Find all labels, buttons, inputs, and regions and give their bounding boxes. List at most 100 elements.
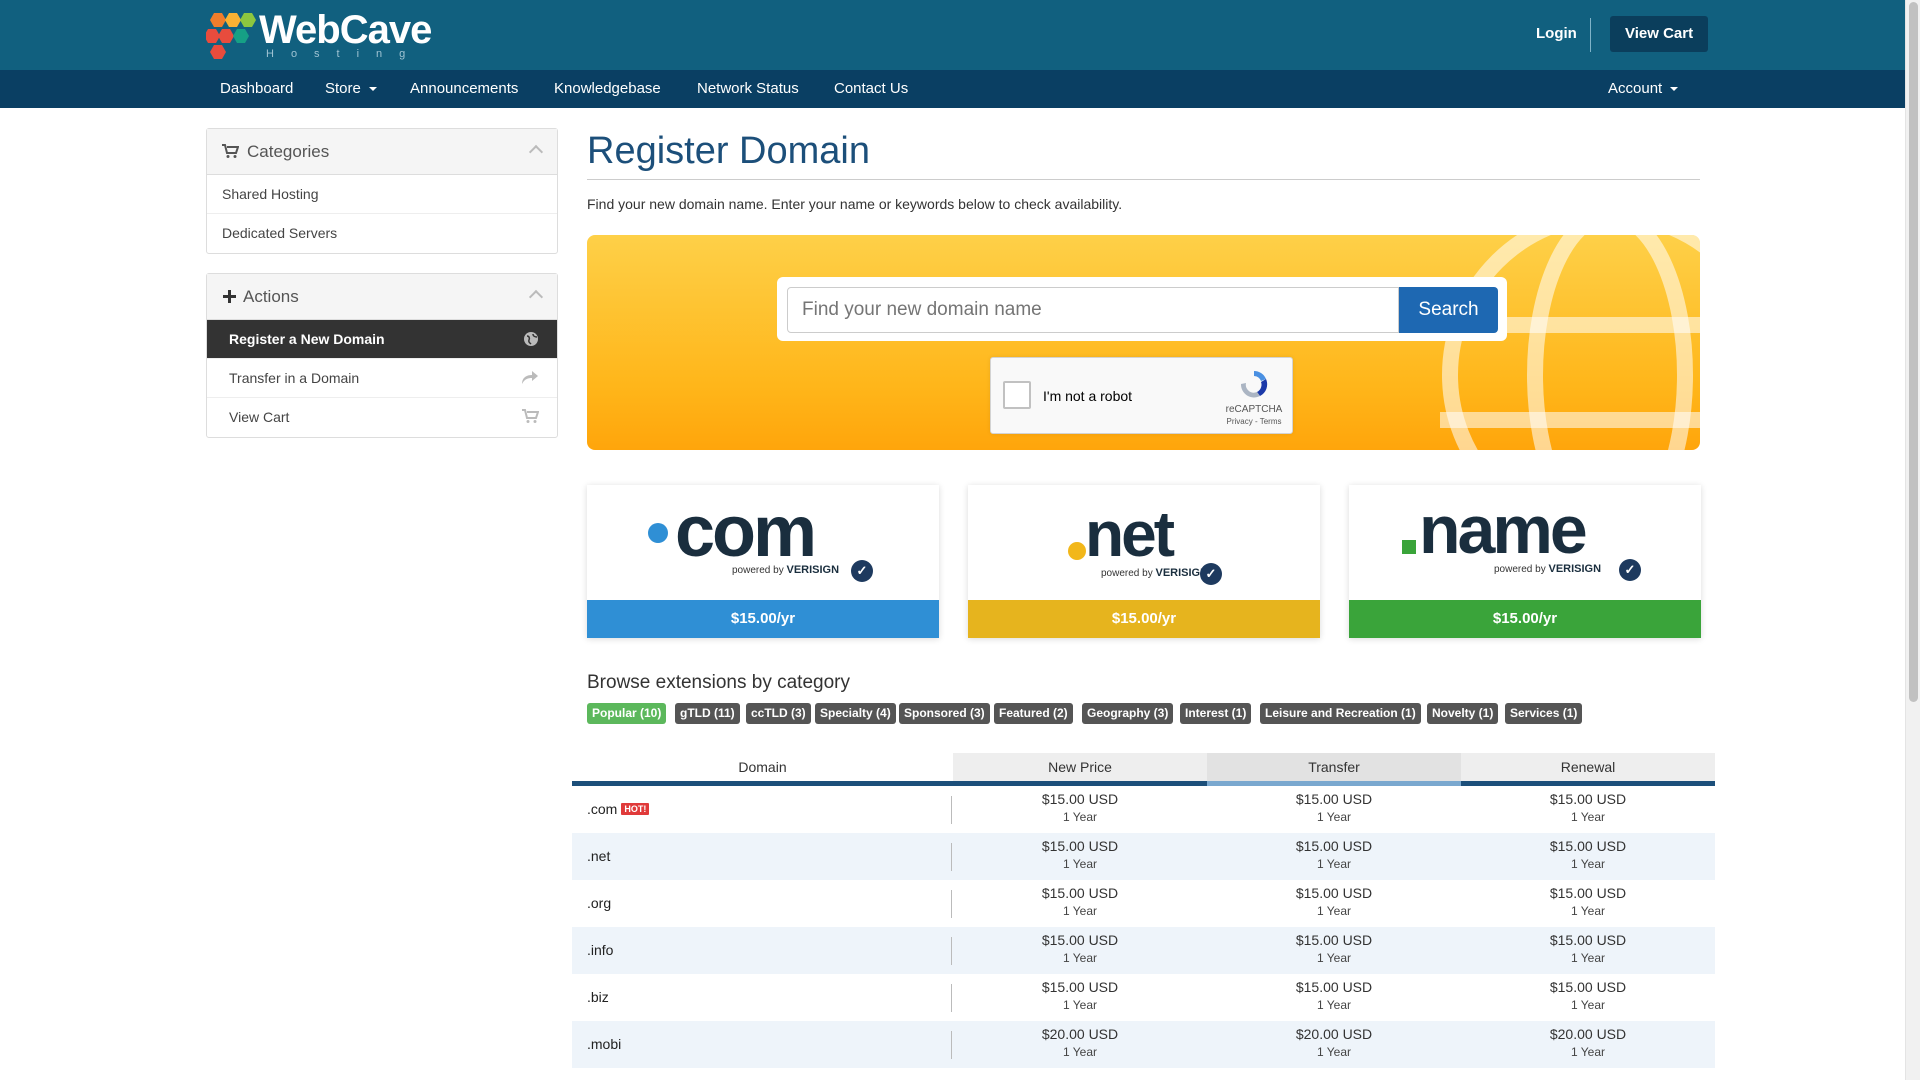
price-period: 1 Year [1570,857,1606,871]
price-value: $15.00 USD [1295,885,1373,901]
table-row[interactable]: .info $15.00 USD 1 Year $15.00 USD 1 Year $15… [572,927,1715,974]
tld-price: $15.00/yr [1349,600,1701,638]
nav-dashboard[interactable]: Dashboard [220,70,293,108]
hot-badge: HOT! [621,803,650,815]
nav-knowledgebase[interactable]: Knowledgebase [554,70,661,108]
nav-contact-us[interactable]: Contact Us [834,70,908,108]
column-header-domain[interactable]: Domain [572,753,953,781]
tld-dot [1402,540,1416,554]
nav-label: Knowledgebase [554,80,661,97]
price-value: $15.00 USD [1295,932,1373,948]
categories-panel-header[interactable]: Categories [207,129,557,175]
domain-search-input[interactable] [787,287,1399,333]
caret-down-icon [368,87,377,92]
price-period: 1 Year [1316,998,1352,1012]
recaptcha-brand: reCAPTCHA [1225,404,1283,415]
table-row[interactable]: .mobi $20.00 USD 1 Year $20.00 USD 1 Year $20… [572,1021,1715,1068]
table-row[interactable]: .net $15.00 USD 1 Year $15.00 USD 1 Year $15.… [572,833,1715,880]
tld-card-name[interactable]: name powered by VERISIGN ✓ $15.00/yr [1349,485,1701,638]
price-value: $15.00 USD [1041,838,1119,854]
tld-price: $15.00/yr [968,600,1320,638]
category-pill-geography[interactable]: Geography (3) [1082,703,1174,724]
price-value: $15.00 USD [1549,885,1627,901]
tld-logo: net powered by VERISIGN ✓ [968,485,1320,600]
category-pill-leisure[interactable]: Leisure and Recreation (1) [1260,703,1421,724]
category-pill-novelty[interactable]: Novelty (1) [1427,703,1499,724]
table-row[interactable]: .org $15.00 USD 1 Year $15.00 USD 1 Year $15.… [572,880,1715,927]
chevron-up-icon[interactable] [528,144,544,160]
webcave-logo[interactable]: WebCave Hosting [206,8,432,60]
category-pill-popular[interactable]: Popular (10) [587,703,667,724]
sidebar-item-label: Register a New Domain [229,331,385,347]
category-pill-sponsored[interactable]: Sponsored (3) [899,703,990,724]
price-cell-transfer: $15.00 USD 1 Year [1207,979,1461,1012]
nav-account[interactable]: Account [1608,70,1679,108]
sidebar-item-shared-hosting[interactable]: Shared Hosting [207,175,557,214]
sidebar-item-register-domain[interactable]: Register a New Domain [207,320,557,359]
recaptcha-label: I'm not a robot [1043,388,1133,404]
category-pill-cctld[interactable]: ccTLD (3) [746,703,811,724]
sidebar-item-view-cart[interactable]: View Cart [207,398,557,437]
view-cart-button[interactable]: View Cart [1610,16,1709,52]
domain-name[interactable]: .net [587,848,610,864]
price-cell-renewal: $15.00 USD 1 Year [1461,979,1715,1012]
category-pill-interest[interactable]: Interest (1) [1180,703,1252,724]
category-pill-specialty[interactable]: Specialty (4) [815,703,896,724]
nav-announcements[interactable]: Announcements [410,70,518,108]
price-period: 1 Year [1062,904,1098,918]
column-divider [951,937,952,965]
category-pill-gtld[interactable]: gTLD (11) [675,703,740,724]
price-cell-transfer: $15.00 USD 1 Year [1207,791,1461,824]
category-pill-services[interactable]: Services (1) [1505,703,1583,724]
tld-card-com[interactable]: com powered by VERISIGN ✓ $15.00/yr [587,485,939,638]
price-value: $15.00 USD [1295,979,1373,995]
column-header-transfer[interactable]: Transfer [1207,753,1461,781]
domain-name[interactable]: .org [587,895,611,911]
price-value: $20.00 USD [1549,1026,1627,1042]
price-period: 1 Year [1316,951,1352,965]
actions-panel-header[interactable]: Actions [207,274,557,320]
recaptcha-terms-link[interactable]: Privacy - Terms [1219,417,1289,426]
nav-network-status[interactable]: Network Status [697,70,799,108]
column-header-renewal[interactable]: Renewal [1461,753,1715,781]
price-value: $15.00 USD [1041,932,1119,948]
hexagon-logo-icon [206,13,256,59]
table-row[interactable]: .com HOT! $15.00 USD 1 Year $15.00 USD 1 Year… [572,786,1715,833]
table-row[interactable]: .biz $15.00 USD 1 Year $15.00 USD 1 Year $15.… [572,974,1715,1021]
price-cell-new: $15.00 USD 1 Year [953,838,1207,871]
price-cell-new: $15.00 USD 1 Year [953,932,1207,965]
domain-name[interactable]: .biz [587,989,609,1005]
nav-label: Store [325,80,361,97]
domain-name[interactable]: .info [587,942,613,958]
price-value: $20.00 USD [1295,1026,1373,1042]
recaptcha-checkbox[interactable] [1003,381,1031,409]
login-link[interactable]: Login [1520,16,1593,52]
tld-logo: name powered by VERISIGN ✓ [1349,485,1701,600]
sidebar-item-transfer-domain[interactable]: Transfer in a Domain [207,359,557,398]
verisign-check-icon: ✓ [851,560,873,582]
tld-dot [648,523,668,543]
sidebar-item-dedicated-servers[interactable]: Dedicated Servers [207,214,557,253]
tld-card-net[interactable]: net powered by VERISIGN ✓ $15.00/yr [968,485,1320,638]
price-period: 1 Year [1316,904,1352,918]
verisign-label: VERISIGN [1548,563,1602,575]
category-pill-featured[interactable]: Featured (2) [994,703,1073,724]
page-scrollbar[interactable] [1905,0,1920,1080]
domain-name[interactable]: .com HOT! [587,801,650,817]
brand-subtitle: Hosting [266,48,423,60]
column-divider [951,843,952,871]
panel-title: Actions [243,287,299,306]
search-button[interactable]: Search [1399,287,1498,333]
column-header-new-price[interactable]: New Price [953,753,1207,781]
price-cell-renewal: $15.00 USD 1 Year [1461,791,1715,824]
price-cell-transfer: $15.00 USD 1 Year [1207,838,1461,871]
nav-store[interactable]: Store [325,70,377,108]
price-value: $15.00 USD [1549,838,1627,854]
chevron-up-icon[interactable] [528,289,544,305]
scrollbar-thumb[interactable] [1909,2,1918,702]
domain-name[interactable]: .mobi [587,1036,621,1052]
price-period: 1 Year [1570,904,1606,918]
recaptcha-logo-icon [1240,371,1268,398]
price-value: $20.00 USD [1041,1026,1119,1042]
nav-label: Network Status [697,80,799,97]
